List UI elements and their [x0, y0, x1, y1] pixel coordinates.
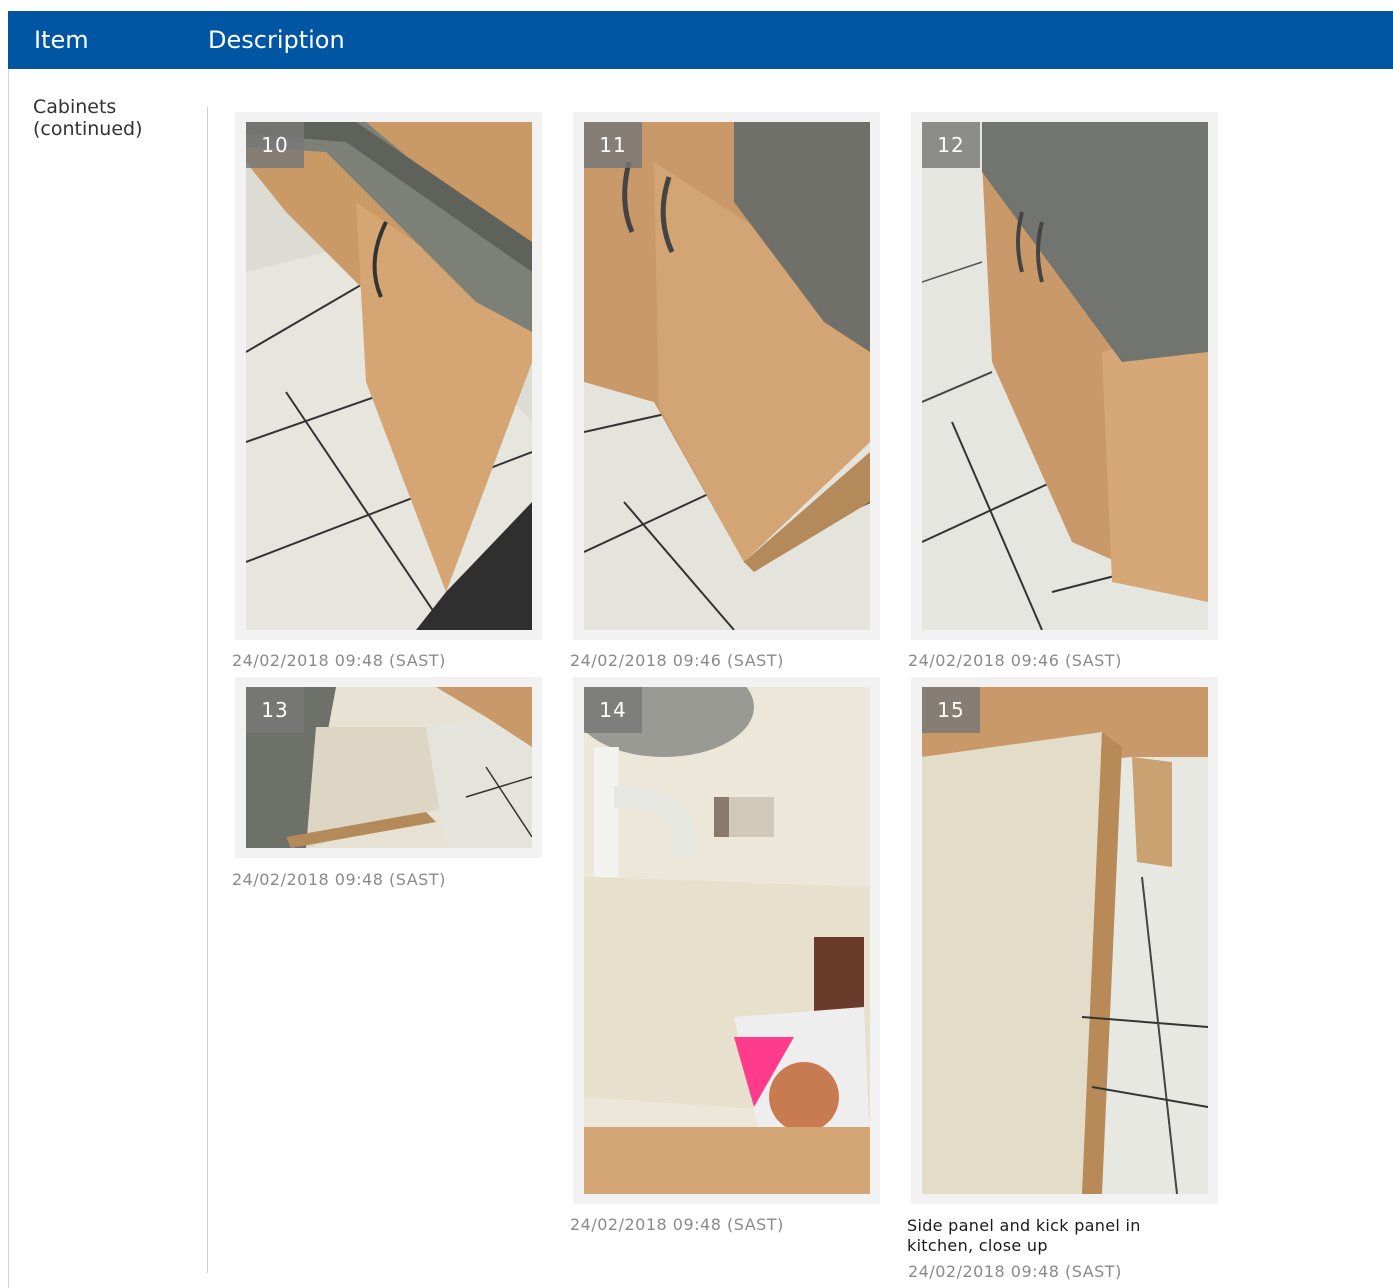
- photo-number-badge: 13: [246, 687, 304, 733]
- photo-timestamp: 24/02/2018 09:48 (SAST): [232, 870, 446, 889]
- photo-timestamp: 24/02/2018 09:48 (SAST): [570, 1215, 784, 1234]
- photo-image[interactable]: 11: [584, 122, 870, 630]
- table-left-border: [8, 69, 9, 1288]
- photo-image[interactable]: 12: [922, 122, 1208, 630]
- photo-number-badge: 14: [584, 687, 642, 733]
- item-label: Cabinets (continued): [33, 96, 193, 140]
- photo-frame[interactable]: 12: [911, 112, 1218, 640]
- photo-number-badge: 12: [922, 122, 980, 168]
- photo-cabinet-corner: [246, 122, 532, 630]
- photo-side-panel: [922, 687, 1208, 1194]
- photo-under-sink: [584, 687, 870, 1194]
- photo-number-badge: 15: [922, 687, 980, 733]
- photo-caption-line-1: Side panel and kick panel in: [907, 1216, 1141, 1235]
- photo-image[interactable]: 10: [246, 122, 532, 630]
- photo-image[interactable]: 13: [246, 687, 532, 848]
- photo-cabinet-doors: [584, 122, 870, 630]
- item-label-line-1: Cabinets: [33, 96, 117, 118]
- photo-timestamp: 24/02/2018 09:46 (SAST): [570, 651, 784, 670]
- photo-cabinet-row: [922, 122, 1208, 630]
- photo-frame[interactable]: 10: [235, 112, 542, 640]
- photo-timestamp: 24/02/2018 09:48 (SAST): [908, 1262, 1122, 1281]
- report-page: Item Description Cabinets (continued) 10…: [0, 0, 1393, 1288]
- photo-frame[interactable]: 14: [573, 677, 880, 1204]
- column-header-item: Item: [34, 26, 89, 54]
- photo-number-badge: 11: [584, 122, 642, 168]
- column-divider: [207, 107, 208, 1273]
- photo-number-badge: 10: [246, 122, 304, 168]
- photo-image[interactable]: 14: [584, 687, 870, 1194]
- photo-frame[interactable]: 11: [573, 112, 880, 640]
- photo-caption: Side panel and kick panel in kitchen, cl…: [907, 1216, 1207, 1256]
- photo-frame[interactable]: 15: [911, 677, 1218, 1204]
- photo-timestamp: 24/02/2018 09:48 (SAST): [232, 651, 446, 670]
- column-header-description: Description: [208, 26, 345, 54]
- photo-image[interactable]: 15: [922, 687, 1208, 1194]
- photo-caption-line-2: kitchen, close up: [907, 1236, 1048, 1255]
- photo-frame[interactable]: 13: [235, 677, 542, 858]
- table-header: Item Description: [8, 11, 1393, 69]
- item-label-line-2: (continued): [33, 118, 143, 140]
- photo-timestamp: 24/02/2018 09:46 (SAST): [908, 651, 1122, 670]
